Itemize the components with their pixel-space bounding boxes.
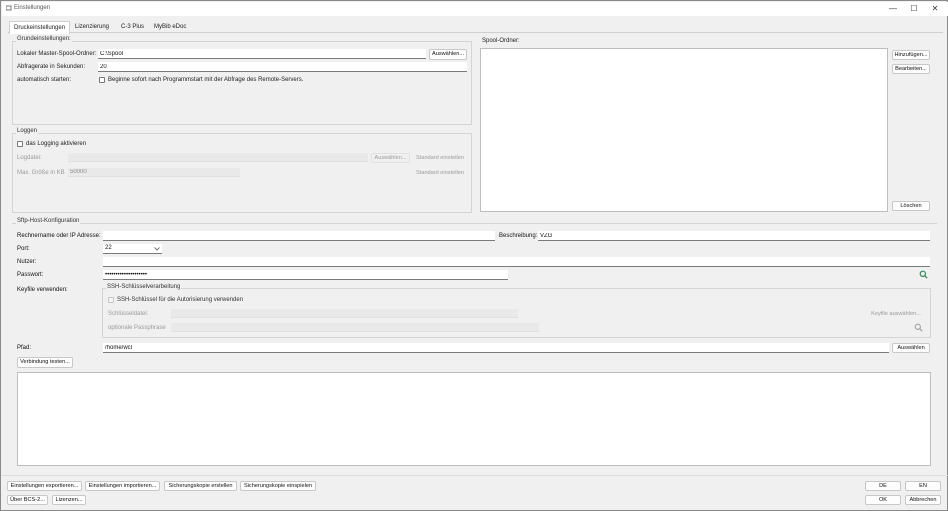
description-input[interactable] [538, 231, 930, 241]
group-title-loggen: Loggen [16, 128, 39, 134]
logfile-input[interactable] [68, 153, 368, 162]
port-select[interactable]: 22 [103, 244, 162, 254]
user-input[interactable] [103, 257, 930, 267]
spool-folder-label: Lokaler Master-Spool-Ordner: [17, 51, 97, 57]
spool-folder-browse-button[interactable]: Auswählen... [429, 49, 467, 60]
search-icon[interactable] [919, 270, 928, 279]
max-size-input[interactable] [68, 168, 240, 177]
ok-button[interactable]: OK [865, 495, 901, 505]
sftp-title: Sftp-Host-Konfiguration [16, 218, 81, 224]
test-connection-button[interactable]: Verbindung testen... [17, 357, 73, 368]
tab-lizenzierung[interactable]: Lizenzierung [71, 21, 113, 33]
password-input[interactable] [103, 270, 508, 280]
export-settings-button[interactable]: Einstellungen exportieren... [7, 481, 82, 491]
minimize-button[interactable]: — [886, 4, 900, 14]
ssh-key-checkbox-label: SSH-Schlüssel für die Autorisierung verw… [117, 297, 244, 303]
port-label: Port: [17, 246, 30, 252]
logfile-default-button[interactable]: Standard einstellen [413, 153, 467, 163]
logfile-browse-button[interactable]: Auswählen... [371, 153, 410, 163]
settings-window: Einstellungen — ☐ ✕ Druckeinstellungen L… [0, 0, 948, 511]
keyfile-file-input[interactable] [171, 309, 518, 318]
ssh-group-title: SSH-Schlüsselverarbeitung [106, 284, 182, 290]
spool-delete-button[interactable]: Löschen [892, 201, 930, 211]
passphrase-label: optionale Passphrase [108, 325, 166, 331]
max-size-default-button[interactable]: Standard einstellen [413, 168, 467, 178]
autostart-text: Beginne sofort nach Programmstart mit de… [108, 77, 304, 83]
password-label: Passwort: [17, 272, 44, 278]
import-settings-button[interactable]: Einstellungen importieren... [85, 481, 160, 491]
autostart-checkbox[interactable] [99, 77, 105, 83]
window-title: Einstellungen [14, 5, 51, 11]
language-de-button[interactable]: DE [865, 481, 901, 491]
ssh-key-checkbox[interactable] [108, 297, 114, 303]
poll-rate-input[interactable] [98, 62, 467, 72]
path-label: Pfad: [17, 345, 32, 351]
tab-strip-divider [8, 32, 943, 33]
chevron-down-icon [154, 247, 160, 251]
keyfile-file-label: Schlüsseldatei: [108, 311, 149, 317]
path-browse-button[interactable]: Auswählen [892, 343, 930, 353]
logging-checkbox-label: das Logging aktivieren [26, 141, 87, 147]
licenses-button[interactable]: Lizenzen... [52, 495, 86, 505]
user-label: Nutzer: [17, 259, 37, 265]
host-label: Rechnername oder IP Adresse: [17, 233, 101, 239]
port-value: 22 [105, 245, 112, 251]
backup-create-button[interactable]: Sicherungskopie erstellen [164, 481, 237, 491]
poll-rate-label: Abfragerate in Sekunden: [17, 64, 86, 70]
tab-mybib-edoc[interactable]: MyBib eDoc [150, 21, 190, 33]
keyfile-label: Keyfile verwenden: [17, 287, 68, 293]
app-icon [6, 5, 12, 11]
spool-folder-list[interactable] [480, 48, 888, 212]
max-size-label: Max. Größe in KB [17, 170, 65, 176]
description-label: Beschreibung: [499, 233, 538, 239]
spool-folder-input[interactable] [98, 49, 426, 59]
backup-load-button[interactable]: Sicherungskopie einspielen [240, 481, 316, 491]
spool-edit-button[interactable]: Bearbeiten... [892, 64, 930, 74]
footer-divider [2, 475, 948, 476]
title-bar: Einstellungen — ☐ ✕ [2, 2, 948, 16]
logfile-label: Logdatei: [17, 155, 42, 161]
path-input[interactable] [103, 343, 889, 353]
sftp-divider [12, 223, 937, 224]
tab-c3-plus[interactable]: C-3 Plus [117, 21, 148, 33]
spool-add-button[interactable]: Hinzufügen... [892, 50, 930, 60]
keyfile-browse-button[interactable]: Keyfile auswählen... [867, 309, 925, 319]
logging-checkbox[interactable] [17, 141, 23, 147]
group-title-grundeinstellungen: Grundeinstellungen: [16, 36, 72, 42]
search-icon-disabled [914, 323, 923, 332]
cancel-button[interactable]: Abbrechen [905, 495, 941, 505]
language-en-button[interactable]: EN [905, 481, 941, 491]
about-button[interactable]: Über BCS-2... [7, 495, 48, 505]
autostart-label: automatisch starten: [17, 77, 72, 83]
passphrase-input[interactable] [171, 323, 539, 332]
close-button[interactable]: ✕ [928, 4, 942, 14]
maximize-button[interactable]: ☐ [907, 4, 921, 14]
tab-druckeinstellungen[interactable]: Druckeinstellungen [9, 21, 71, 34]
host-input[interactable] [103, 231, 495, 241]
spool-list-title: Spool-Ordner: [482, 38, 520, 44]
connection-log-area[interactable] [17, 372, 931, 466]
